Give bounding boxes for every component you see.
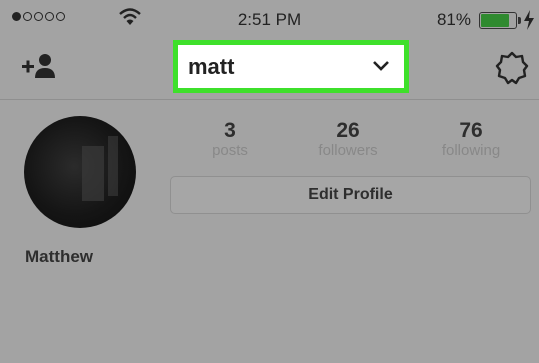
profile-full-name: Matthew	[25, 247, 93, 266]
stat-label: posts	[212, 142, 248, 159]
add-user-icon[interactable]	[22, 52, 58, 82]
status-bar: 2:51 PM 81%	[0, 0, 539, 40]
stat-value: 26	[336, 119, 360, 142]
stat-following[interactable]: 76 following	[421, 120, 521, 160]
stat-label: followers	[318, 142, 378, 159]
battery-tip	[518, 17, 521, 24]
stat-value: 3	[224, 119, 236, 142]
stat-value: 76	[459, 119, 483, 142]
stat-followers[interactable]: 26 followers	[298, 120, 398, 160]
profile-header: matt	[0, 40, 539, 100]
chevron-down-icon	[373, 61, 389, 71]
stat-posts[interactable]: 3 posts	[180, 120, 280, 160]
username-label: matt	[188, 54, 235, 79]
profile-avatar[interactable]	[24, 116, 136, 228]
charging-icon	[524, 10, 534, 30]
stat-label: following	[441, 142, 501, 159]
battery-percent: 81%	[436, 10, 471, 29]
account-switcher-dropdown[interactable]: matt	[173, 40, 409, 93]
edit-profile-button[interactable]: Edit Profile	[170, 176, 531, 214]
settings-gear-icon[interactable]	[495, 51, 529, 85]
battery-icon	[479, 12, 517, 29]
